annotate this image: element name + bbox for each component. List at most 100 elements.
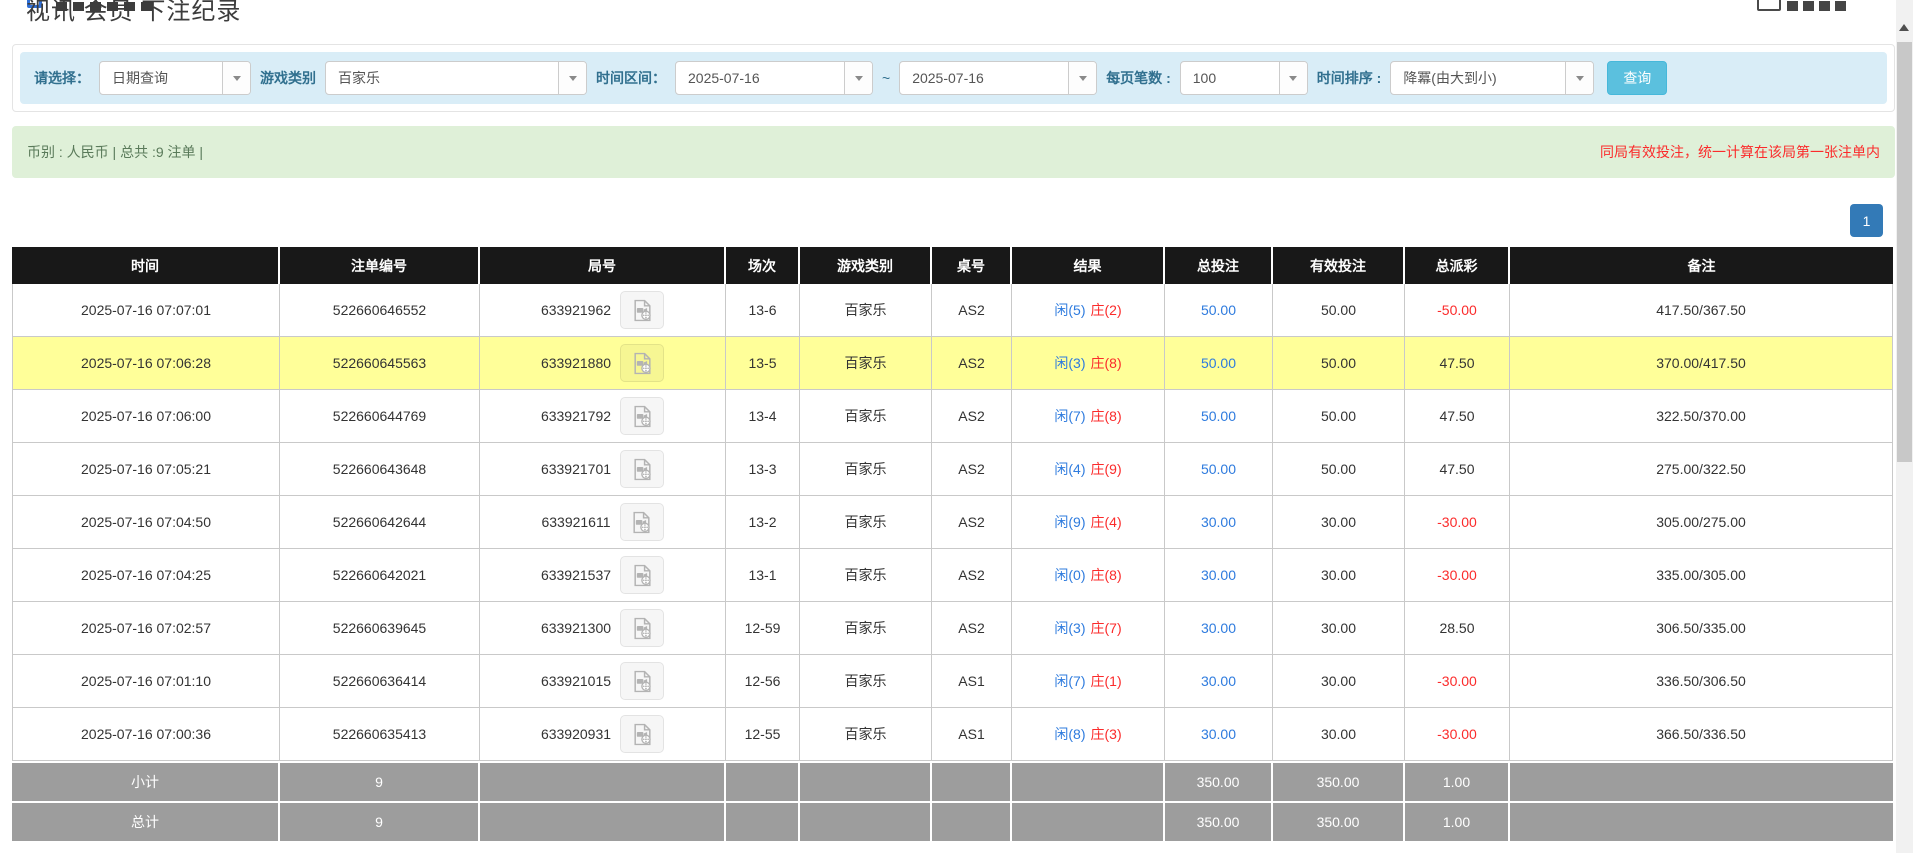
- video-replay-button[interactable]: [620, 715, 664, 753]
- column-header-5: 桌号: [932, 247, 1012, 284]
- player-result: 闲(8): [1054, 726, 1085, 742]
- round-number: 633921962: [541, 302, 611, 318]
- game-type-cell: 百家乐: [800, 549, 932, 602]
- chevron-down-icon[interactable]: [558, 62, 586, 94]
- note-cell: 417.50/367.50: [1510, 284, 1893, 337]
- table-number-cell: AS2: [932, 337, 1012, 390]
- valid-bet-cell: 50.00: [1273, 337, 1405, 390]
- total-bet-link[interactable]: 30.00: [1201, 567, 1236, 583]
- date-from-select[interactable]: 2025-07-16: [675, 61, 873, 95]
- video-replay-button[interactable]: [620, 556, 664, 594]
- game-type-cell: 百家乐: [800, 602, 932, 655]
- game-type-cell: 百家乐: [800, 708, 932, 761]
- player-result: 闲(7): [1054, 673, 1085, 689]
- round-number-cell: 633921792: [480, 390, 726, 443]
- summary-valid-bet-cell: 350.00: [1273, 761, 1405, 801]
- chevron-down-icon[interactable]: [1068, 62, 1096, 94]
- video-replay-button[interactable]: [620, 662, 664, 700]
- game-type-select-value: 百家乐: [326, 62, 558, 94]
- video-replay-button[interactable]: [620, 503, 664, 541]
- page-size-select[interactable]: 100: [1180, 61, 1308, 95]
- video-replay-button[interactable]: [620, 397, 664, 435]
- total-bet-link[interactable]: 50.00: [1201, 302, 1236, 318]
- round-number-cell: 633921880: [480, 337, 726, 390]
- time-sort-select[interactable]: 降冪(由大到小): [1390, 61, 1594, 95]
- payout-cell: -50.00: [1405, 284, 1510, 337]
- time-cell: 2025-07-16 07:04:50: [12, 496, 280, 549]
- clipped-toolbar-text: [1787, 1, 1851, 11]
- video-record-icon: [631, 564, 654, 587]
- payout-cell: -30.00: [1405, 655, 1510, 708]
- total-bet-cell: 30.00: [1165, 708, 1273, 761]
- time-cell: 2025-07-16 07:07:01: [12, 284, 280, 337]
- query-button[interactable]: 查询: [1607, 61, 1667, 95]
- video-record-icon: [631, 299, 654, 322]
- column-header-6: 结果: [1012, 247, 1165, 284]
- note-cell: 275.00/322.50: [1510, 443, 1893, 496]
- note-cell: 305.00/275.00: [1510, 496, 1893, 549]
- round-number-cell: 633921300: [480, 602, 726, 655]
- game-type-cell: 百家乐: [800, 496, 932, 549]
- result-cell: 闲(3)庄(8): [1012, 337, 1165, 390]
- video-replay-button[interactable]: [620, 344, 664, 382]
- session-cell: 13-2: [726, 496, 800, 549]
- date-to-select[interactable]: 2025-07-16: [899, 61, 1097, 95]
- records-table: 时间注单编号局号场次游戏类别桌号结果总投注有效投注总派彩备注 2025-07-1…: [12, 247, 1893, 841]
- video-record-icon: [631, 405, 654, 428]
- banker-result: 庄(9): [1091, 461, 1122, 477]
- total-bet-link[interactable]: 50.00: [1201, 408, 1236, 424]
- total-bet-cell: 50.00: [1165, 337, 1273, 390]
- toolbar-icon[interactable]: [1757, 0, 1781, 11]
- result-cell: 闲(8)庄(3): [1012, 708, 1165, 761]
- table-number-cell: AS1: [932, 708, 1012, 761]
- result-cell: 闲(4)庄(9): [1012, 443, 1165, 496]
- total-bet-link[interactable]: 50.00: [1201, 461, 1236, 477]
- bet-number-cell: 522660639645: [280, 602, 480, 655]
- note-cell: 306.50/335.00: [1510, 602, 1893, 655]
- result-cell: 闲(7)庄(1): [1012, 655, 1165, 708]
- banker-result: 庄(2): [1091, 302, 1122, 318]
- time-sort-label: 时间排序 :: [1317, 68, 1382, 88]
- result-cell: 闲(7)庄(8): [1012, 390, 1165, 443]
- total-bet-cell: 30.00: [1165, 496, 1273, 549]
- chevron-down-icon[interactable]: [844, 62, 872, 94]
- session-cell: 13-4: [726, 390, 800, 443]
- summary-row: 总计 9 350.00 350.00 1.00: [12, 801, 1893, 841]
- chevron-down-icon[interactable]: [1565, 62, 1593, 94]
- video-replay-button[interactable]: [620, 609, 664, 647]
- valid-bet-cell: 30.00: [1273, 708, 1405, 761]
- bet-number-cell: 522660636414: [280, 655, 480, 708]
- table-number-cell: AS2: [932, 443, 1012, 496]
- total-bet-link[interactable]: 50.00: [1201, 355, 1236, 371]
- valid-bet-cell: 50.00: [1273, 390, 1405, 443]
- payout-cell: -30.00: [1405, 496, 1510, 549]
- column-header-9: 总派彩: [1405, 247, 1510, 284]
- game-type-select[interactable]: 百家乐: [325, 61, 587, 95]
- total-bet-link[interactable]: 30.00: [1201, 673, 1236, 689]
- video-replay-button[interactable]: [620, 450, 664, 488]
- vertical-scrollbar[interactable]: [1896, 0, 1913, 853]
- time-sort-value: 降冪(由大到小): [1391, 62, 1565, 94]
- game-type-label: 游戏类别: [260, 68, 316, 88]
- total-bet-link[interactable]: 30.00: [1201, 514, 1236, 530]
- valid-bet-cell: 50.00: [1273, 443, 1405, 496]
- round-number: 633921015: [541, 673, 611, 689]
- total-bet-link[interactable]: 30.00: [1201, 726, 1236, 742]
- video-replay-button[interactable]: [620, 291, 664, 329]
- column-header-8: 有效投注: [1273, 247, 1405, 284]
- table-row: 2025-07-16 07:06:00 522660644769 6339217…: [12, 390, 1893, 443]
- scrollbar-up-arrow-icon[interactable]: [1899, 24, 1909, 31]
- bet-number-cell: 522660635413: [280, 708, 480, 761]
- mode-select[interactable]: 日期查询: [99, 61, 251, 95]
- bet-number-cell: 522660642021: [280, 549, 480, 602]
- pagination-page-1-button[interactable]: 1: [1850, 204, 1883, 237]
- scrollbar-thumb[interactable]: [1897, 42, 1912, 462]
- payout-cell: 28.50: [1405, 602, 1510, 655]
- chevron-down-icon[interactable]: [222, 62, 250, 94]
- video-record-icon: [631, 723, 654, 746]
- table-number-cell: AS2: [932, 390, 1012, 443]
- chevron-down-icon[interactable]: [1279, 62, 1307, 94]
- bet-number-cell: 522660642644: [280, 496, 480, 549]
- player-result: 闲(5): [1054, 302, 1085, 318]
- total-bet-link[interactable]: 30.00: [1201, 620, 1236, 636]
